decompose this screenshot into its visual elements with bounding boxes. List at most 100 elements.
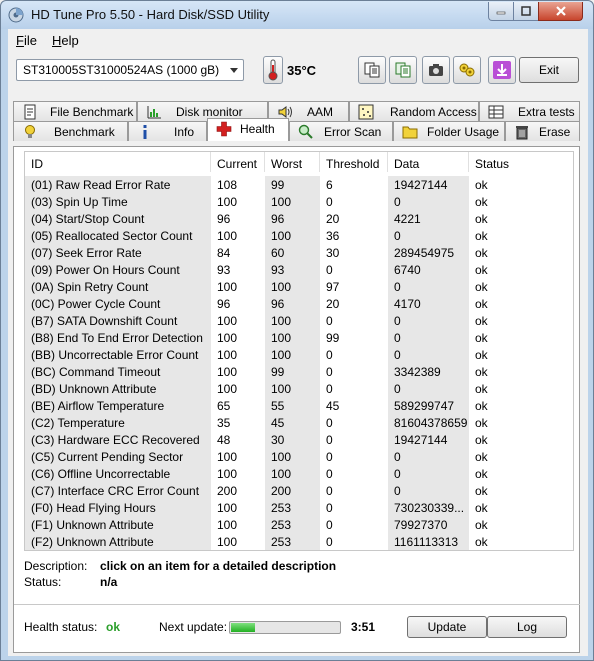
cell-status: ok (475, 178, 488, 192)
status-value: n/a (100, 575, 118, 589)
exit-button[interactable]: Exit (519, 57, 579, 83)
cell-worst: 99 (265, 176, 320, 193)
maximize-button[interactable] (513, 2, 539, 21)
health-cross-icon (216, 121, 232, 137)
column-header-worst[interactable]: Worst (265, 152, 320, 172)
column-header-threshold[interactable]: Threshold (320, 152, 388, 172)
tab-aam-label: AAM (307, 105, 334, 119)
cell-current: 100 (217, 280, 238, 294)
cell-status: ok (475, 263, 488, 277)
cell-worst: 200 (265, 482, 320, 499)
table-row[interactable]: (B8) End To End Error Detection 100 100 99 0… (25, 329, 573, 346)
thermometer-button[interactable] (263, 56, 283, 84)
cell-id: (B7) SATA Downshift Count (25, 312, 211, 329)
tab-benchmark[interactable]: Benchmark (13, 121, 128, 141)
cell-threshold: 0 (326, 348, 333, 362)
cell-threshold: 0 (326, 365, 333, 379)
table-row[interactable]: (0A) Spin Retry Count 100 100 97 0 ok (25, 278, 573, 295)
table-row[interactable]: (07) Seek Error Rate 84 60 30 289454975 ok (25, 244, 573, 261)
cell-data: 0 (388, 329, 469, 346)
menu-file[interactable]: File (16, 33, 37, 48)
extra-tests-icon (488, 105, 504, 119)
save-download-button[interactable] (488, 56, 516, 84)
cell-data: 0 (388, 312, 469, 329)
table-row[interactable]: (F0) Head Flying Hours 100 253 0 730230339..… (25, 499, 573, 516)
cell-id: (C2) Temperature (25, 414, 211, 431)
cell-id: (0A) Spin Retry Count (25, 278, 211, 295)
table-row[interactable]: (03) Spin Up Time 100 100 0 0 ok (25, 193, 573, 210)
update-button[interactable]: Update (407, 616, 487, 638)
cell-worst: 30 (265, 431, 320, 448)
table-row[interactable]: (C7) Interface CRC Error Count 200 200 0 0 ok (25, 482, 573, 499)
table-row[interactable]: (04) Start/Stop Count 96 96 20 4221 ok (25, 210, 573, 227)
column-header-current[interactable]: Current (211, 152, 265, 172)
cell-data: 4221 (388, 210, 469, 227)
info-icon (143, 125, 147, 139)
table-row[interactable]: (C6) Offline Uncorrectable 100 100 0 0 ok (25, 465, 573, 482)
table-row[interactable]: (C3) Hardware ECC Recovered 48 30 0 19427144… (25, 431, 573, 448)
folder-icon (402, 126, 418, 139)
smart-table[interactable]: ID Current Worst Threshold Data Status (… (24, 151, 574, 551)
cell-worst: 100 (265, 193, 320, 210)
table-row[interactable]: (F2) Unknown Attribute 100 253 0 1161113313 o… (25, 533, 573, 550)
options-icon (459, 63, 475, 77)
cell-id: (C3) Hardware ECC Recovered (25, 431, 211, 448)
copy-info-button[interactable] (389, 56, 417, 84)
options-button[interactable] (453, 56, 481, 84)
temperature-unit: °C (301, 63, 317, 78)
cell-threshold: 0 (326, 195, 333, 209)
screenshot-button[interactable] (422, 56, 450, 84)
tab-erase[interactable]: Erase (505, 121, 580, 141)
tab-file-benchmark-label: File Benchmark (50, 105, 134, 119)
table-row[interactable]: (BC) Command Timeout 100 99 0 3342389 ok (25, 363, 573, 380)
cell-status: ok (475, 484, 488, 498)
column-header-data[interactable]: Data (388, 152, 469, 172)
cell-data: 6740 (388, 261, 469, 278)
divider (14, 604, 580, 605)
cell-id: (BC) Command Timeout (25, 363, 211, 380)
column-header-status[interactable]: Status (469, 152, 573, 172)
drive-select[interactable]: ST310005ST31000524AS (1000 gB) (16, 59, 244, 81)
cell-worst: 93 (265, 261, 320, 278)
tab-random-access[interactable]: Random Access (349, 101, 479, 121)
table-row[interactable]: (C5) Current Pending Sector 100 100 0 0 ok (25, 448, 573, 465)
table-row[interactable]: (F1) Unknown Attribute 100 253 0 79927370 ok (25, 516, 573, 533)
temperature-value: 35 (287, 63, 302, 78)
log-button[interactable]: Log (487, 616, 567, 638)
table-row[interactable]: (BE) Airflow Temperature 65 55 45 589299747 o… (25, 397, 573, 414)
title-bar[interactable]: HD Tune Pro 5.50 - Hard Disk/SSD Utility (1, 1, 593, 29)
table-row[interactable]: (01) Raw Read Error Rate 108 99 6 19427144 ok (25, 176, 573, 193)
tab-extra-tests[interactable]: Extra tests (479, 101, 580, 121)
tab-file-benchmark[interactable]: File Benchmark (13, 101, 137, 121)
cell-data: 589299747 (388, 397, 469, 414)
disk-app-icon (8, 7, 24, 23)
copy-text-button[interactable] (358, 56, 386, 84)
tab-health[interactable]: Health (207, 118, 289, 141)
tab-folder-usage[interactable]: Folder Usage (393, 121, 505, 141)
table-row[interactable]: (09) Power On Hours Count 93 93 0 6740 ok (25, 261, 573, 278)
close-button[interactable] (538, 2, 583, 21)
table-row[interactable]: (0C) Power Cycle Count 96 96 20 4170 ok (25, 295, 573, 312)
health-panel: ID Current Worst Threshold Data Status (… (13, 146, 580, 653)
cell-current: 35 (217, 416, 231, 430)
tab-row-top: File Benchmark Disk monitor AAM Random A… (13, 101, 580, 121)
cell-data: 3342389 (388, 363, 469, 380)
column-header-id[interactable]: ID (25, 152, 211, 172)
thermometer-icon (268, 59, 278, 81)
cell-threshold: 0 (326, 433, 333, 447)
table-row[interactable]: (BB) Uncorrectable Error Count 100 100 0 0 ok (25, 346, 573, 363)
screenshot-icon (429, 64, 443, 76)
cell-id: (BD) Unknown Attribute (25, 380, 211, 397)
tab-error-scan[interactable]: Error Scan (289, 121, 393, 141)
menu-help[interactable]: Help (52, 33, 79, 48)
tab-info[interactable]: Info (128, 121, 207, 141)
cell-current: 100 (217, 195, 238, 209)
cell-threshold: 45 (326, 399, 340, 413)
table-row[interactable]: (BD) Unknown Attribute 100 100 0 0 ok (25, 380, 573, 397)
minimize-button[interactable] (488, 2, 514, 21)
table-row[interactable]: (05) Reallocated Sector Count 100 100 36 0 ok (25, 227, 573, 244)
cell-status: ok (475, 212, 488, 226)
table-row[interactable]: (B7) SATA Downshift Count 100 100 0 0 ok (25, 312, 573, 329)
table-row[interactable]: (C2) Temperature 35 45 0 81604378659 ok (25, 414, 573, 431)
cell-data: 81604378659 (388, 414, 469, 431)
